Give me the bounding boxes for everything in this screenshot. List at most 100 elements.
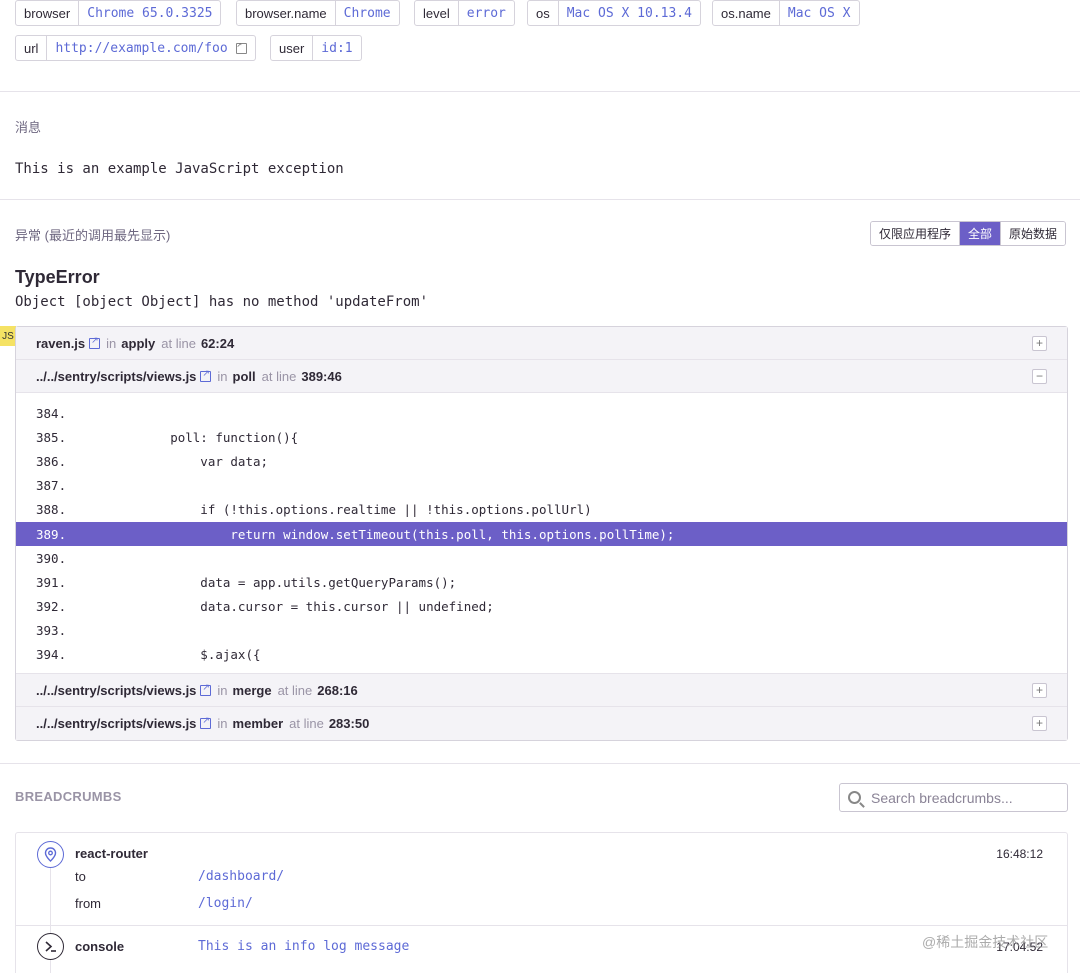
tag-key: os <box>528 1 559 25</box>
expand-icon[interactable]: + <box>1032 716 1047 732</box>
line-number: 385. <box>36 429 67 445</box>
line-number: 393. <box>36 623 67 639</box>
code-line: 385. poll: function(){ <box>16 425 1067 449</box>
frame-at-line-label: at line <box>277 682 313 698</box>
message-section-title: 消息 <box>15 120 42 135</box>
tag-value[interactable]: Mac OS X 10.13.4 <box>559 1 700 25</box>
tag-key: os.name <box>713 1 780 25</box>
message-text: This is an example JavaScript exception <box>15 161 344 177</box>
breadcrumbs-title: BREADCRUMBS <box>15 789 122 804</box>
frame-at-line-label: at line <box>161 335 196 351</box>
frame-in-label: in <box>217 368 228 384</box>
stack-frame[interactable]: ../../sentry/scripts/views.js in member … <box>16 707 1067 741</box>
tag-value[interactable]: Chrome <box>336 1 399 25</box>
code-text: poll: function(){ <box>110 429 299 445</box>
tag-value[interactable]: Mac OS X <box>780 1 859 25</box>
tag-value[interactable]: Chrome 65.0.3325 <box>79 1 220 25</box>
code-text: return window.setTimeout(this.poll, this… <box>110 526 675 542</box>
code-line: 387. <box>16 474 1067 498</box>
frame-in-label: in <box>217 682 228 698</box>
frame-function: merge <box>232 682 272 698</box>
stacktrace-view-toggle: 仅限应用程序 全部 原始数据 <box>870 221 1067 246</box>
line-number: 389. <box>36 526 67 542</box>
frame-filename: ../../sentry/scripts/views.js <box>36 682 197 698</box>
tag-key: browser <box>16 1 80 25</box>
frame-at-line-label: at line <box>261 368 297 384</box>
code-context: 384. 385. poll: function(){ 386. var dat… <box>16 393 1067 675</box>
line-number: 384. <box>36 405 67 421</box>
breadcrumb-data-key: from <box>75 896 101 911</box>
breadcrumb-search[interactable] <box>839 783 1068 812</box>
external-link-icon[interactable] <box>89 335 101 349</box>
code-line: 386. var data; <box>16 449 1067 473</box>
tag-user[interactable]: user id:1 <box>270 35 362 61</box>
external-link-icon[interactable] <box>200 715 212 730</box>
line-number: 388. <box>36 502 67 518</box>
stacktrace: raven.js in apply at line 62:24 + ../../… <box>15 326 1068 742</box>
breadcrumb-data-key: to <box>75 869 86 884</box>
app-only-button[interactable]: 仅限应用程序 <box>871 222 961 245</box>
search-input[interactable] <box>871 789 1051 806</box>
watermark: @稀土掘金技术社区 <box>922 934 1049 950</box>
platform-badge: JS <box>0 326 16 346</box>
tag-level[interactable]: level error <box>414 0 515 26</box>
code-text: data.cursor = this.cursor || undefined; <box>110 599 494 615</box>
tag-browser-name[interactable]: browser.name Chrome <box>236 0 400 26</box>
frame-line: 268:16 <box>317 682 358 698</box>
code-line: 393. <box>16 619 1067 643</box>
collapse-icon[interactable]: − <box>1032 369 1047 384</box>
external-link-icon[interactable] <box>200 368 212 382</box>
divider <box>0 763 1080 764</box>
frame-line: 62:24 <box>200 335 235 351</box>
raw-button[interactable]: 原始数据 <box>1001 222 1066 245</box>
line-number: 387. <box>36 478 67 494</box>
frame-function: member <box>232 716 284 732</box>
stack-frame[interactable]: ../../sentry/scripts/views.js in poll at… <box>16 360 1067 393</box>
stack-frame[interactable]: ../../sentry/scripts/views.js in merge a… <box>16 674 1067 708</box>
frame-function: poll <box>232 368 256 384</box>
line-number: 394. <box>36 647 67 663</box>
frame-line: 389:46 <box>301 368 342 384</box>
stack-frame[interactable]: raven.js in apply at line 62:24 + <box>16 327 1067 360</box>
frame-line: 283:50 <box>328 716 370 732</box>
tag-value[interactable]: error <box>459 1 514 25</box>
code-line: 390. <box>16 546 1067 570</box>
frame-filename: ../../sentry/scripts/views.js <box>36 368 197 384</box>
frame-filename: ../../sentry/scripts/views.js <box>36 716 197 732</box>
divider <box>16 925 1067 926</box>
code-line: 394. $.ajax({ <box>16 643 1067 667</box>
code-line-highlighted: 389. return window.setTimeout(this.poll,… <box>16 521 1067 547</box>
exception-value: Object [object Object] has no method 'up… <box>15 294 429 310</box>
frame-in-label: in <box>217 716 228 732</box>
code-text: data = app.utils.getQueryParams(); <box>110 574 457 590</box>
location-pin-icon <box>37 841 64 868</box>
tag-os-name[interactable]: os.name Mac OS X <box>712 0 860 26</box>
code-line: 388. if (!this.options.realtime || !this… <box>16 498 1067 522</box>
expand-icon[interactable]: + <box>1032 683 1047 699</box>
exception-type: TypeError <box>15 267 100 287</box>
breadcrumb-list: react-router 16:48:12 to /dashboard/ fro… <box>15 832 1068 973</box>
exception-section-title: 异常 (最近的调用最先显示) <box>15 228 171 243</box>
tag-value[interactable]: http://example.com/foo <box>47 36 254 60</box>
tag-key: level <box>415 1 459 25</box>
search-icon <box>848 791 861 804</box>
tag-url[interactable]: url http://example.com/foo <box>15 35 256 61</box>
breadcrumb-message: This is an info log message <box>198 939 410 954</box>
breadcrumb-category: console <box>75 939 125 954</box>
full-button[interactable]: 全部 <box>960 222 1002 245</box>
line-number: 390. <box>36 550 67 566</box>
breadcrumb-data-value: /login/ <box>198 896 253 911</box>
tag-url-text[interactable]: http://example.com/foo <box>55 41 227 56</box>
divider <box>0 199 1080 200</box>
external-link-icon[interactable] <box>235 40 247 54</box>
expand-icon[interactable]: + <box>1032 336 1047 351</box>
tag-key: url <box>16 36 48 60</box>
tag-key: user <box>271 36 314 60</box>
tag-os[interactable]: os Mac OS X 10.13.4 <box>527 0 701 26</box>
tag-value[interactable]: id:1 <box>313 36 360 60</box>
breadcrumb-data-value: /dashboard/ <box>198 869 285 884</box>
tag-browser[interactable]: browser Chrome 65.0.3325 <box>15 0 222 26</box>
tag-key: browser.name <box>237 1 336 25</box>
external-link-icon[interactable] <box>200 682 212 696</box>
breadcrumb-time: 16:48:12 <box>996 847 1043 861</box>
